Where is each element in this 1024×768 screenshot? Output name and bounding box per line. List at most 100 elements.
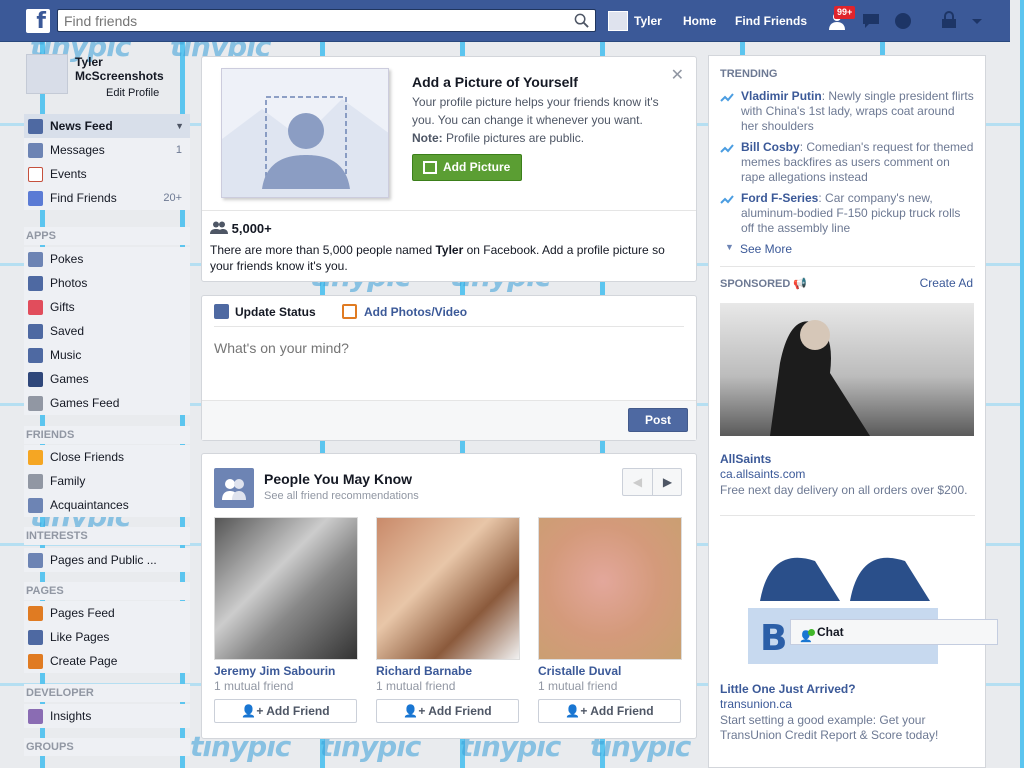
person-photo[interactable] — [214, 517, 358, 660]
add-friend-button[interactable]: 👤+ Add Friend — [376, 699, 519, 723]
notifications-globe-icon[interactable] — [892, 11, 914, 31]
chat-tab[interactable]: 👤 Chat — [790, 619, 998, 645]
trending-topic[interactable]: Vladimir Putin — [741, 89, 822, 103]
profile-picture-placeholder[interactable] — [221, 68, 389, 198]
tab-update-status[interactable]: Update Status — [214, 304, 316, 320]
composer-footer: Post — [202, 400, 696, 440]
section-header-apps[interactable]: APPS — [24, 227, 190, 245]
ad-image-allsaints[interactable] — [720, 303, 974, 436]
edit-profile-link[interactable]: Edit Profile — [106, 87, 159, 99]
see-more-link[interactable]: See More — [740, 242, 792, 256]
news-feed-icon — [28, 119, 43, 134]
section-header-interests[interactable]: INTERESTS — [24, 527, 190, 545]
search-icon[interactable] — [574, 13, 589, 28]
section-header-friends[interactable]: FRIENDS — [24, 426, 190, 444]
account-menu-arrow-icon[interactable] — [966, 11, 988, 31]
section-header-pages[interactable]: PAGES — [24, 582, 190, 600]
ad-text[interactable]: Free next day delivery on all orders ove… — [720, 483, 975, 498]
add-friend-icon: 👤+ — [565, 704, 591, 718]
profile-name[interactable]: Tyler McScreenshots — [75, 55, 185, 83]
friend-requests-badge: 99+ — [834, 6, 856, 19]
nav-find-friends-link[interactable]: Find Friends — [735, 0, 807, 42]
facebook-logo[interactable]: f — [26, 9, 50, 34]
sidebar-item-like-pages[interactable]: Like Pages — [24, 625, 190, 649]
sidebar-item-label: Close Friends — [50, 450, 125, 464]
trending-arrow-icon — [720, 93, 734, 102]
chat-label: Chat — [817, 625, 844, 639]
mutual-friends[interactable]: 1 mutual friend — [376, 679, 520, 693]
sidebar-item-gifts[interactable]: Gifts — [24, 295, 190, 319]
nav-home-link[interactable]: Home — [683, 0, 716, 42]
sidebar-item-insights[interactable]: Insights — [24, 704, 190, 728]
ad-image-transunion[interactable]: B — [720, 526, 974, 668]
sidebar-item-create-page[interactable]: Create Page — [24, 649, 190, 673]
add-picture-button[interactable]: Add Picture — [412, 154, 522, 181]
post-button[interactable]: Post — [628, 408, 688, 432]
trending-item[interactable]: Vladimir Putin: Newly single president f… — [720, 89, 975, 134]
sidebar-item-pages-feed[interactable]: Pages Feed — [24, 601, 190, 625]
sidebar-item-games[interactable]: Games — [24, 367, 190, 391]
chevron-right-icon[interactable]: ▶ — [653, 469, 682, 495]
nav-avatar[interactable] — [608, 11, 628, 31]
divider — [214, 326, 684, 327]
sidebar-item-close-friends[interactable]: Close Friends — [24, 445, 190, 469]
name-count: 5,000+ — [210, 221, 272, 236]
pymk-title[interactable]: People You May Know — [264, 471, 412, 487]
person-photo[interactable] — [538, 517, 682, 660]
sidebar-item-photos[interactable]: Photos — [24, 271, 190, 295]
camera-icon — [423, 161, 437, 174]
star-icon — [28, 450, 43, 465]
see-all-recommendations-link[interactable]: See all friend recommendations — [264, 490, 419, 502]
ad-title[interactable]: Little One Just Arrived? — [720, 682, 856, 696]
ad-text[interactable]: Start setting a good example: Get your T… — [720, 713, 975, 743]
sidebar-item-saved[interactable]: Saved — [24, 319, 190, 343]
sidebar-item-messages[interactable]: Messages 1 — [24, 138, 190, 162]
trending-topic[interactable]: Bill Cosby — [741, 140, 800, 154]
chevron-left-icon[interactable]: ◀ — [623, 469, 653, 495]
tab-add-photos-video[interactable]: Add Photos/Video — [342, 304, 467, 320]
sidebar-profile[interactable]: Tyler McScreenshots Edit Profile — [26, 52, 186, 102]
create-ad-link[interactable]: Create Ad — [920, 276, 973, 290]
photo-icon — [342, 304, 357, 319]
sidebar-item-label: Games — [50, 372, 89, 386]
chevron-down-icon[interactable]: ▼ — [175, 114, 184, 138]
add-friend-button[interactable]: 👤+ Add Friend — [538, 699, 681, 723]
messages-icon[interactable] — [860, 11, 882, 31]
avatar[interactable] — [26, 54, 68, 94]
person-name[interactable]: Cristalle Duval — [538, 664, 682, 678]
sidebar-item-music[interactable]: Music — [24, 343, 190, 367]
trending-arrow-icon — [720, 195, 734, 204]
add-friend-button[interactable]: 👤+ Add Friend — [214, 699, 357, 723]
person-photo[interactable] — [376, 517, 520, 660]
sidebar-item-events[interactable]: Events — [24, 162, 190, 186]
ad-site[interactable]: ca.allsaints.com — [720, 467, 805, 481]
mutual-friends[interactable]: 1 mutual friend — [214, 679, 358, 693]
sidebar-item-games-feed[interactable]: Games Feed — [24, 391, 190, 415]
trending-item[interactable]: Bill Cosby: Comedian's request for theme… — [720, 140, 975, 185]
section-header-developer[interactable]: DEVELOPER — [24, 684, 190, 702]
status-input[interactable] — [214, 340, 684, 356]
sidebar-item-news-feed[interactable]: News Feed ▼ — [24, 114, 190, 138]
sidebar-item-pokes[interactable]: Pokes — [24, 247, 190, 271]
sidebar-item-pages-public-figures[interactable]: Pages and Public ... — [24, 548, 190, 572]
sidebar-item-find-friends[interactable]: Find Friends 20+ — [24, 186, 190, 210]
privacy-shortcuts-icon[interactable] — [938, 11, 960, 31]
search-input[interactable] — [58, 10, 563, 31]
ad-site[interactable]: transunion.ca — [720, 697, 792, 711]
sidebar-item-family[interactable]: Family — [24, 469, 190, 493]
person-name[interactable]: Jeremy Jim Sabourin — [214, 664, 358, 678]
mutual-friends[interactable]: 1 mutual friend — [538, 679, 682, 693]
search-box[interactable] — [57, 9, 596, 32]
close-icon[interactable]: ✕ — [671, 65, 684, 85]
poke-icon — [28, 252, 43, 267]
nav-profile-name[interactable]: Tyler — [634, 0, 662, 42]
sidebar-item-label: Events — [50, 167, 87, 181]
section-header-groups[interactable]: GROUPS — [24, 738, 190, 756]
add-picture-desc-text: Your profile picture helps your friends … — [412, 95, 659, 127]
sidebar-item-acquaintances[interactable]: Acquaintances — [24, 493, 190, 517]
sidebar-item-count: 1 — [175, 144, 182, 156]
trending-topic[interactable]: Ford F-Series — [741, 191, 818, 205]
person-name[interactable]: Richard Barnabe — [376, 664, 520, 678]
trending-item[interactable]: Ford F-Series: Car company's new, alumin… — [720, 191, 975, 236]
ad-title[interactable]: AllSaints — [720, 452, 771, 466]
